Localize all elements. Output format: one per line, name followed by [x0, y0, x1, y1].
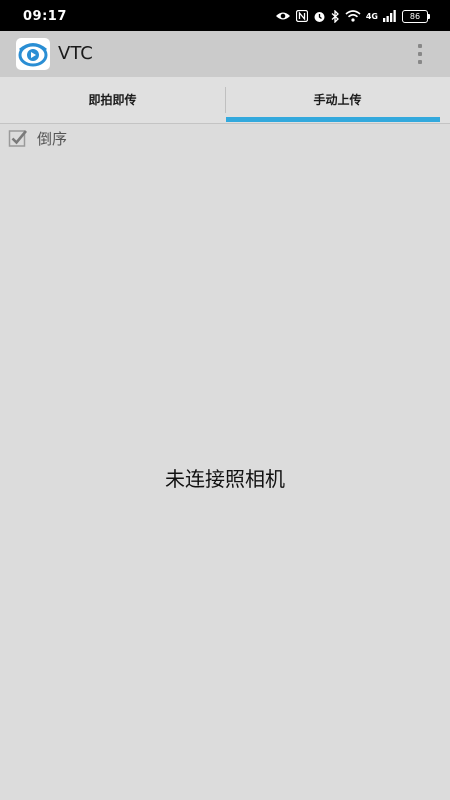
alarm-icon [314, 11, 325, 22]
menu-dot [418, 52, 422, 56]
reverse-order-checkbox[interactable]: 倒序 [8, 127, 67, 149]
app-logo-icon [16, 38, 50, 70]
checkbox-checked-icon[interactable] [8, 128, 28, 148]
tab-instant-upload[interactable]: 即拍即传 [0, 77, 225, 123]
app-title: VTC [58, 43, 93, 64]
overflow-menu-button[interactable] [410, 42, 430, 66]
battery-indicator: 86 [402, 9, 430, 23]
eye-icon [275, 12, 290, 20]
status-icons: 4G 86 [275, 8, 430, 24]
status-bar: 09:17 4G 86 [0, 0, 450, 31]
bluetooth-icon [331, 9, 339, 23]
nfc-icon [295, 10, 308, 22]
wifi-icon [345, 10, 361, 22]
app-bar: VTC [0, 31, 450, 77]
network-type-label: 4G [365, 11, 378, 21]
reverse-order-label: 倒序 [37, 129, 68, 148]
menu-dot [418, 44, 422, 48]
signal-icon [383, 10, 396, 22]
status-time: 09:17 [23, 9, 67, 24]
tab-bar: 即拍即传 手动上传 [0, 77, 450, 124]
camera-not-connected-message: 未连接照相机 [165, 467, 285, 491]
menu-dot [418, 60, 422, 64]
tab-selected-indicator [226, 117, 440, 122]
